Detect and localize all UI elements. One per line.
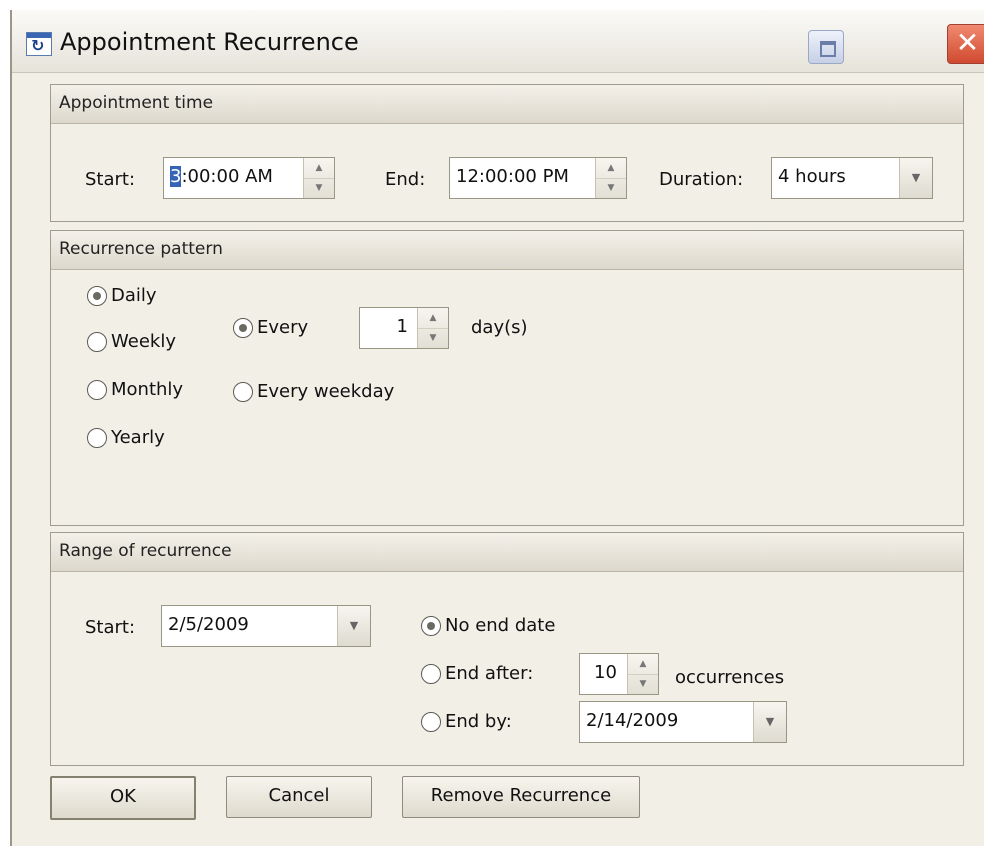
spin-down-icon[interactable]: ▼ [596, 178, 626, 198]
every-n-days-radio[interactable]: Every [233, 317, 308, 338]
every-days-value: 1 [396, 316, 408, 337]
radio-checked-icon [87, 285, 107, 306]
days-unit-label: day(s) [471, 317, 528, 338]
radio-unchecked-icon [233, 381, 253, 402]
appointment-time-header: Appointment time [51, 85, 963, 124]
radio-checked-icon [421, 615, 441, 636]
range-header: Range of recurrence [51, 533, 963, 572]
ok-button[interactable]: OK [50, 776, 196, 820]
radio-unchecked-icon [87, 427, 107, 448]
title-bar: ↻ Appointment Recurrence ✕ [12, 10, 984, 73]
end-by-value: 2/14/2009 [586, 710, 679, 731]
restore-icon [820, 41, 836, 57]
close-icon: ✕ [955, 26, 980, 59]
end-after-radio[interactable]: End after: [421, 663, 533, 684]
duration-dropdown[interactable]: 4 hours ▼ [771, 157, 933, 199]
end-by-dropdown[interactable]: 2/14/2009 ▼ [579, 701, 787, 743]
recurrence-pattern-group: Recurrence pattern Daily Weekly Monthly … [50, 230, 964, 526]
pattern-monthly-radio[interactable]: Monthly [87, 379, 183, 400]
remove-recurrence-button[interactable]: Remove Recurrence [402, 776, 640, 818]
end-time-label: End: [385, 169, 426, 190]
radio-unchecked-icon [421, 663, 441, 684]
chevron-down-icon[interactable]: ▼ [753, 702, 786, 742]
duration-value: 4 hours [778, 166, 846, 187]
range-of-recurrence-group: Range of recurrence Start: 2/5/2009 ▼ No… [50, 532, 964, 766]
every-days-input[interactable]: 1 ▲ ▼ [359, 307, 449, 349]
start-time-input[interactable]: 3:00:00 AM ▲ ▼ [163, 157, 335, 199]
duration-label: Duration: [659, 169, 744, 190]
start-time-selected: 3 [170, 166, 182, 187]
pattern-yearly-label: Yearly [111, 427, 165, 448]
spin-up-icon[interactable]: ▲ [304, 158, 334, 179]
end-by-label: End by: [445, 711, 512, 732]
appointment-recurrence-dialog: ↻ Appointment Recurrence ✕ Appointment t… [10, 10, 984, 846]
pattern-weekly-label: Weekly [111, 331, 176, 352]
pattern-yearly-radio[interactable]: Yearly [87, 427, 165, 448]
end-time-value: 12:00:00 PM [456, 166, 569, 187]
start-time-spinner[interactable]: ▲ ▼ [303, 158, 334, 198]
cancel-button[interactable]: Cancel [226, 776, 372, 818]
recurrence-pattern-header: Recurrence pattern [51, 231, 963, 270]
spin-up-icon[interactable]: ▲ [628, 654, 658, 675]
pattern-weekly-radio[interactable]: Weekly [87, 331, 176, 352]
end-after-spinner[interactable]: ▲ ▼ [627, 654, 658, 694]
range-start-dropdown[interactable]: 2/5/2009 ▼ [161, 605, 371, 647]
spin-down-icon[interactable]: ▼ [628, 674, 658, 694]
range-start-value: 2/5/2009 [168, 614, 249, 635]
end-after-label: End after: [445, 663, 534, 684]
radio-unchecked-icon [87, 379, 107, 400]
appointment-time-group: Appointment time Start: 3:00:00 AM ▲ ▼ E… [50, 84, 964, 222]
every-label: Every [257, 317, 309, 338]
start-time-rest: :00:00 AM [181, 166, 273, 187]
window-title: Appointment Recurrence [60, 28, 359, 56]
every-weekday-label: Every weekday [257, 381, 395, 402]
start-time-label: Start: [85, 169, 136, 190]
pattern-monthly-label: Monthly [111, 379, 184, 400]
recurrence-icon: ↻ [26, 32, 52, 56]
end-after-value: 10 [594, 662, 617, 683]
radio-checked-icon [233, 317, 253, 338]
radio-unchecked-icon [87, 331, 107, 352]
spin-down-icon[interactable]: ▼ [304, 178, 334, 198]
no-end-date-radio[interactable]: No end date [421, 615, 555, 636]
end-time-input[interactable]: 12:00:00 PM ▲ ▼ [449, 157, 627, 199]
chevron-down-icon[interactable]: ▼ [337, 606, 370, 646]
no-end-date-label: No end date [445, 615, 556, 636]
radio-unchecked-icon [421, 711, 441, 732]
spin-up-icon[interactable]: ▲ [418, 308, 448, 329]
range-start-label: Start: [85, 617, 136, 638]
end-time-spinner[interactable]: ▲ ▼ [595, 158, 626, 198]
every-days-spinner[interactable]: ▲ ▼ [417, 308, 448, 348]
occurrences-label: occurrences [675, 667, 785, 688]
restore-button[interactable] [808, 30, 844, 64]
pattern-daily-label: Daily [111, 285, 157, 306]
end-after-input[interactable]: 10 ▲ ▼ [579, 653, 659, 695]
end-by-radio[interactable]: End by: [421, 711, 512, 732]
spin-down-icon[interactable]: ▼ [418, 328, 448, 348]
chevron-down-icon[interactable]: ▼ [899, 158, 932, 198]
spin-up-icon[interactable]: ▲ [596, 158, 626, 179]
close-button[interactable]: ✕ [947, 24, 984, 64]
pattern-daily-radio[interactable]: Daily [87, 285, 157, 306]
every-weekday-radio[interactable]: Every weekday [233, 381, 394, 402]
